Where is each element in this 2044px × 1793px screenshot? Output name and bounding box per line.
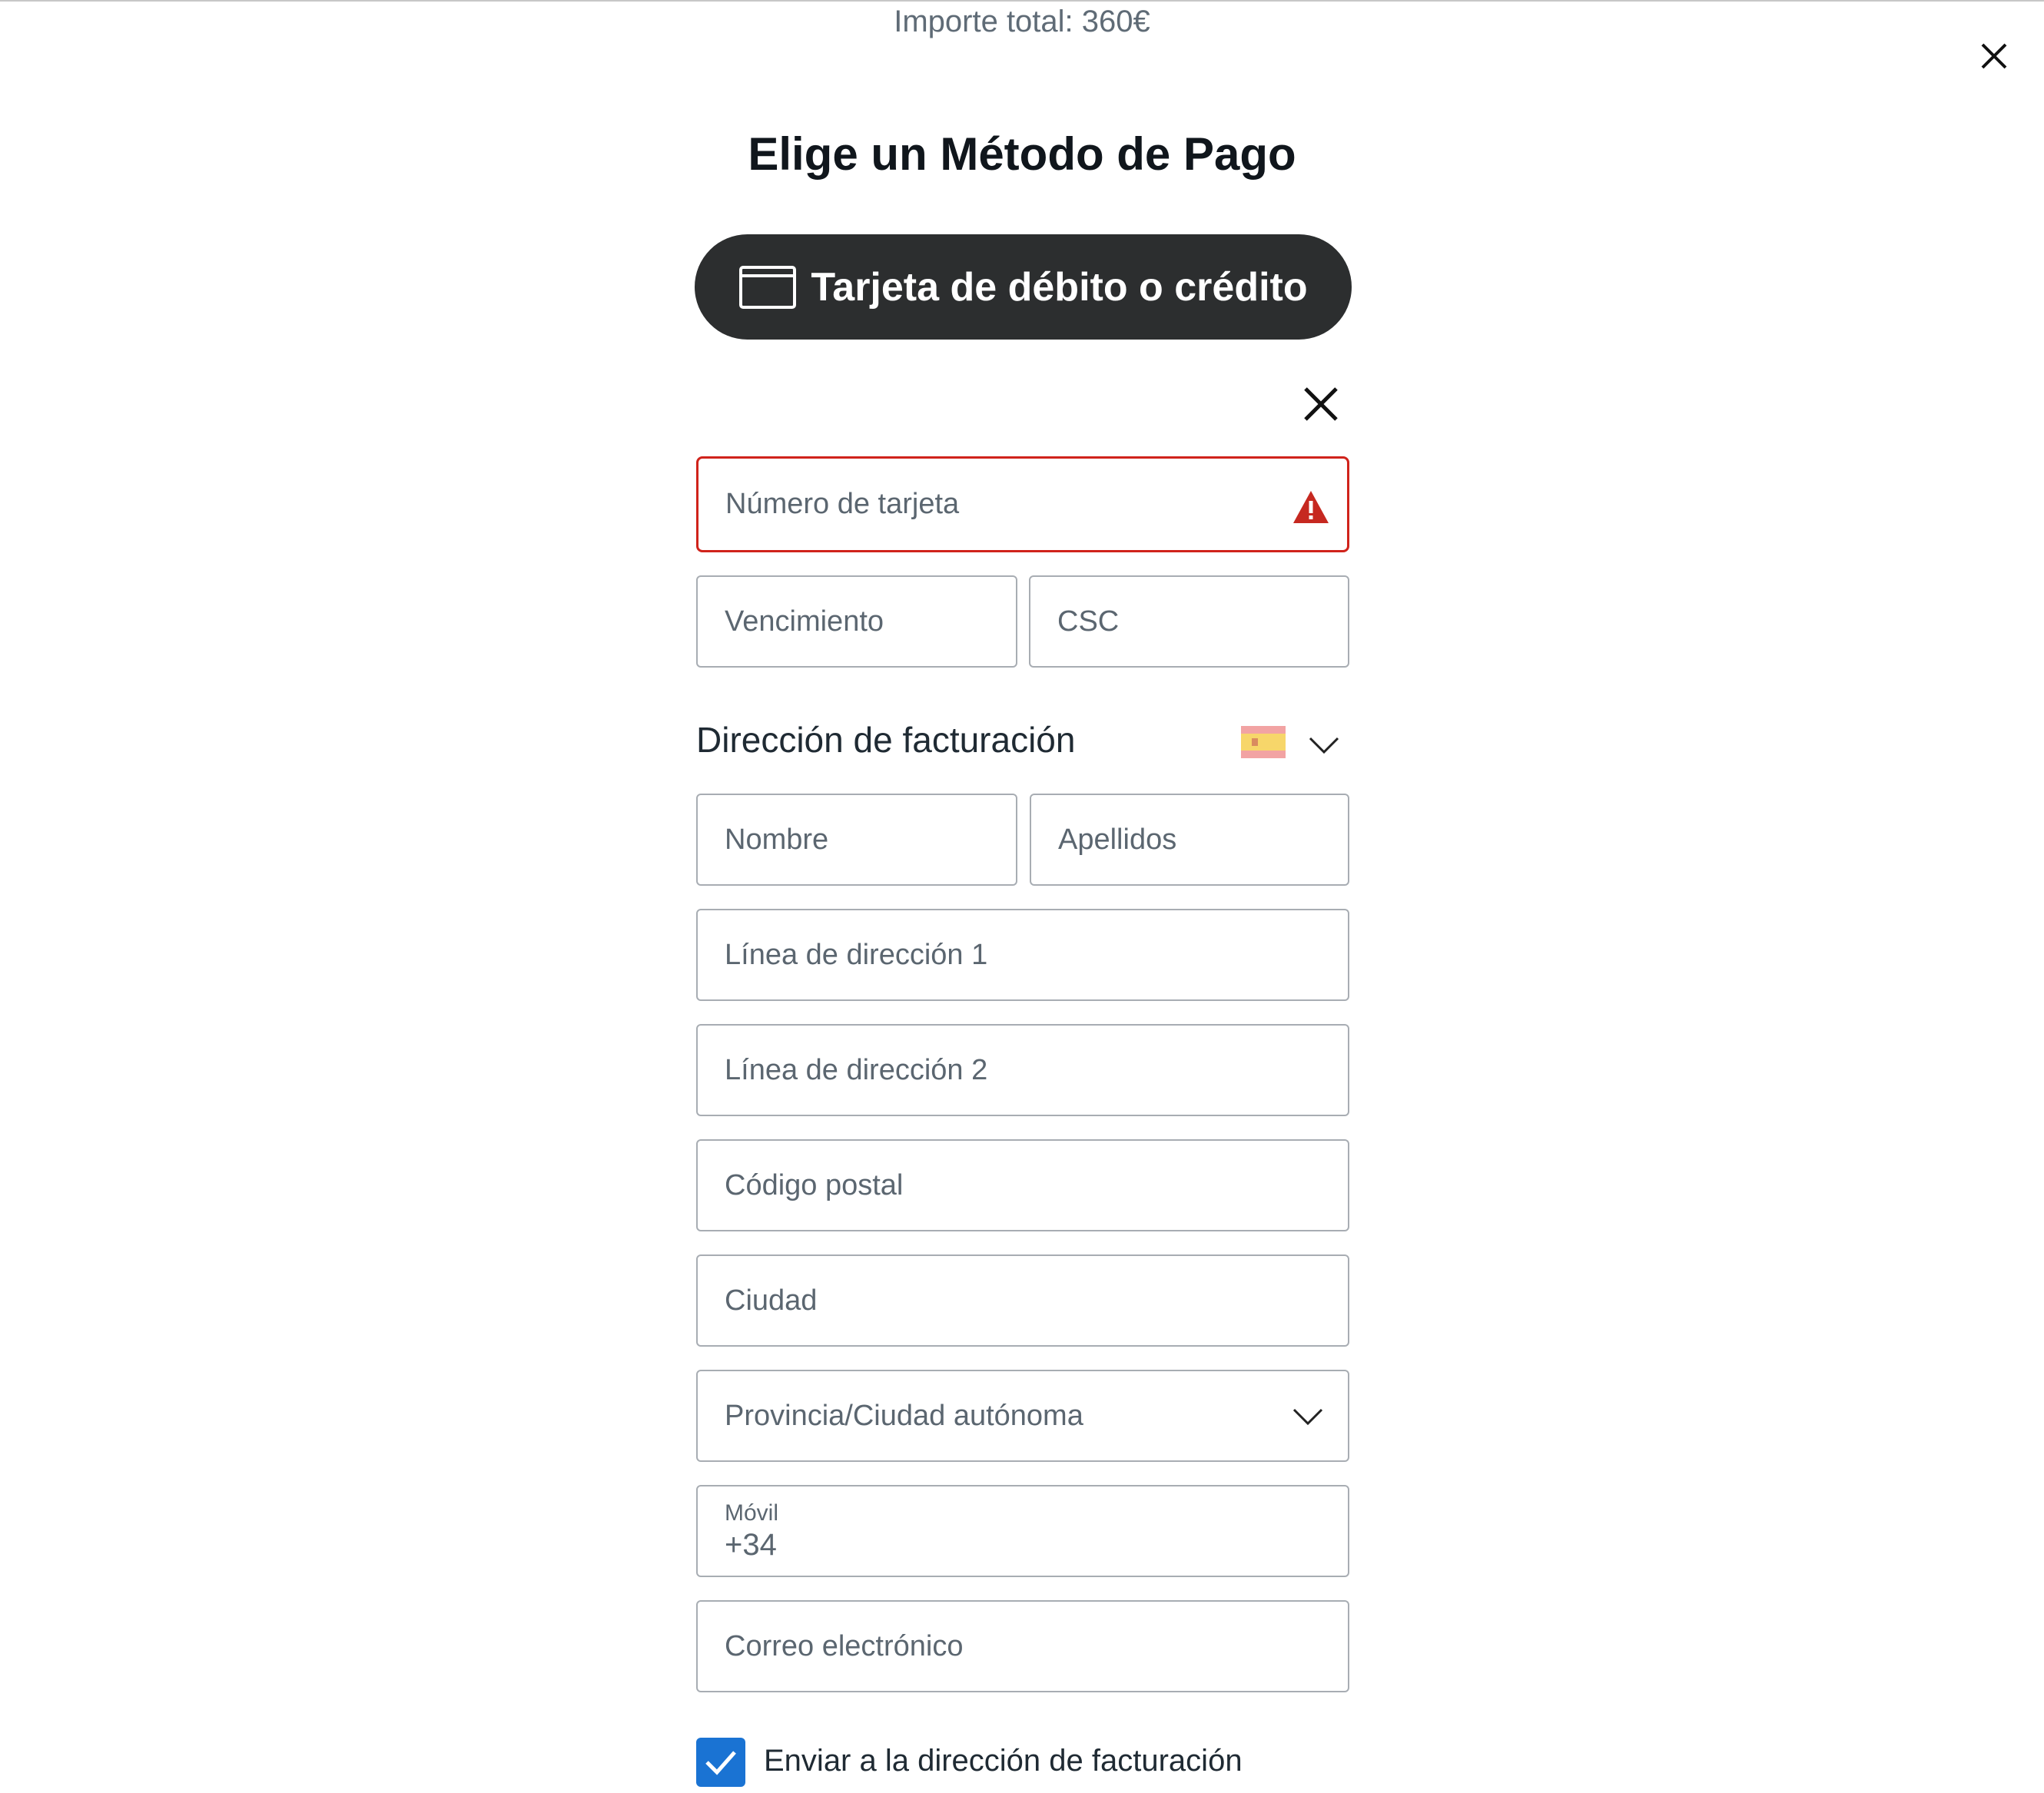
close-icon[interactable] xyxy=(1301,384,1341,424)
province-placeholder: Provincia/Ciudad autónoma xyxy=(725,1399,1083,1432)
city-input[interactable]: Ciudad xyxy=(696,1254,1349,1347)
spain-flag-icon[interactable] xyxy=(1241,726,1286,758)
address-line-1-placeholder: Línea de dirección 1 xyxy=(725,938,988,971)
close-icon[interactable] xyxy=(1975,37,2013,75)
first-name-placeholder: Nombre xyxy=(725,823,829,856)
address-line-2-input[interactable]: Línea de dirección 2 xyxy=(696,1024,1349,1116)
expiry-input[interactable]: Vencimiento xyxy=(696,575,1017,668)
mobile-phone-input[interactable]: Móvil +34 xyxy=(696,1485,1349,1577)
ship-to-billing-checkbox[interactable] xyxy=(696,1738,745,1787)
page-title: Elige un Método de Pago xyxy=(748,128,1296,180)
billing-address-label: Dirección de facturación xyxy=(696,720,1076,760)
card-payment-label: Tarjeta de débito o crédito xyxy=(811,264,1308,310)
csc-placeholder: CSC xyxy=(1057,605,1120,638)
csc-input[interactable]: CSC xyxy=(1029,575,1349,668)
top-border xyxy=(0,0,2044,2)
chevron-down-icon xyxy=(1292,1408,1323,1426)
city-placeholder: Ciudad xyxy=(725,1284,818,1317)
credit-card-icon xyxy=(739,265,797,309)
email-input[interactable]: Correo electrónico xyxy=(696,1600,1349,1692)
warning-icon xyxy=(1293,491,1329,523)
mobile-phone-prefix: +34 xyxy=(725,1528,777,1562)
mobile-phone-label: Móvil xyxy=(725,1500,779,1526)
expiry-placeholder: Vencimiento xyxy=(725,605,884,638)
last-name-placeholder: Apellidos xyxy=(1058,823,1177,856)
first-name-input[interactable]: Nombre xyxy=(696,794,1017,886)
last-name-input[interactable]: Apellidos xyxy=(1030,794,1349,886)
card-number-placeholder: Número de tarjeta xyxy=(725,488,960,520)
card-number-input[interactable]: Número de tarjeta xyxy=(696,456,1349,552)
total-amount: Importe total: 360€ xyxy=(894,5,1150,38)
ship-to-billing-label: Enviar a la dirección de facturación xyxy=(764,1744,1243,1778)
province-select[interactable]: Provincia/Ciudad autónoma xyxy=(696,1370,1349,1462)
postal-code-input[interactable]: Código postal xyxy=(696,1139,1349,1231)
address-line-1-input[interactable]: Línea de dirección 1 xyxy=(696,909,1349,1001)
card-payment-button[interactable]: Tarjeta de débito o crédito xyxy=(695,234,1352,340)
checkmark-icon xyxy=(705,1751,736,1775)
postal-code-placeholder: Código postal xyxy=(725,1168,904,1201)
chevron-down-icon[interactable] xyxy=(1307,727,1341,761)
address-line-2-placeholder: Línea de dirección 2 xyxy=(725,1053,988,1086)
email-placeholder: Correo electrónico xyxy=(725,1629,964,1662)
